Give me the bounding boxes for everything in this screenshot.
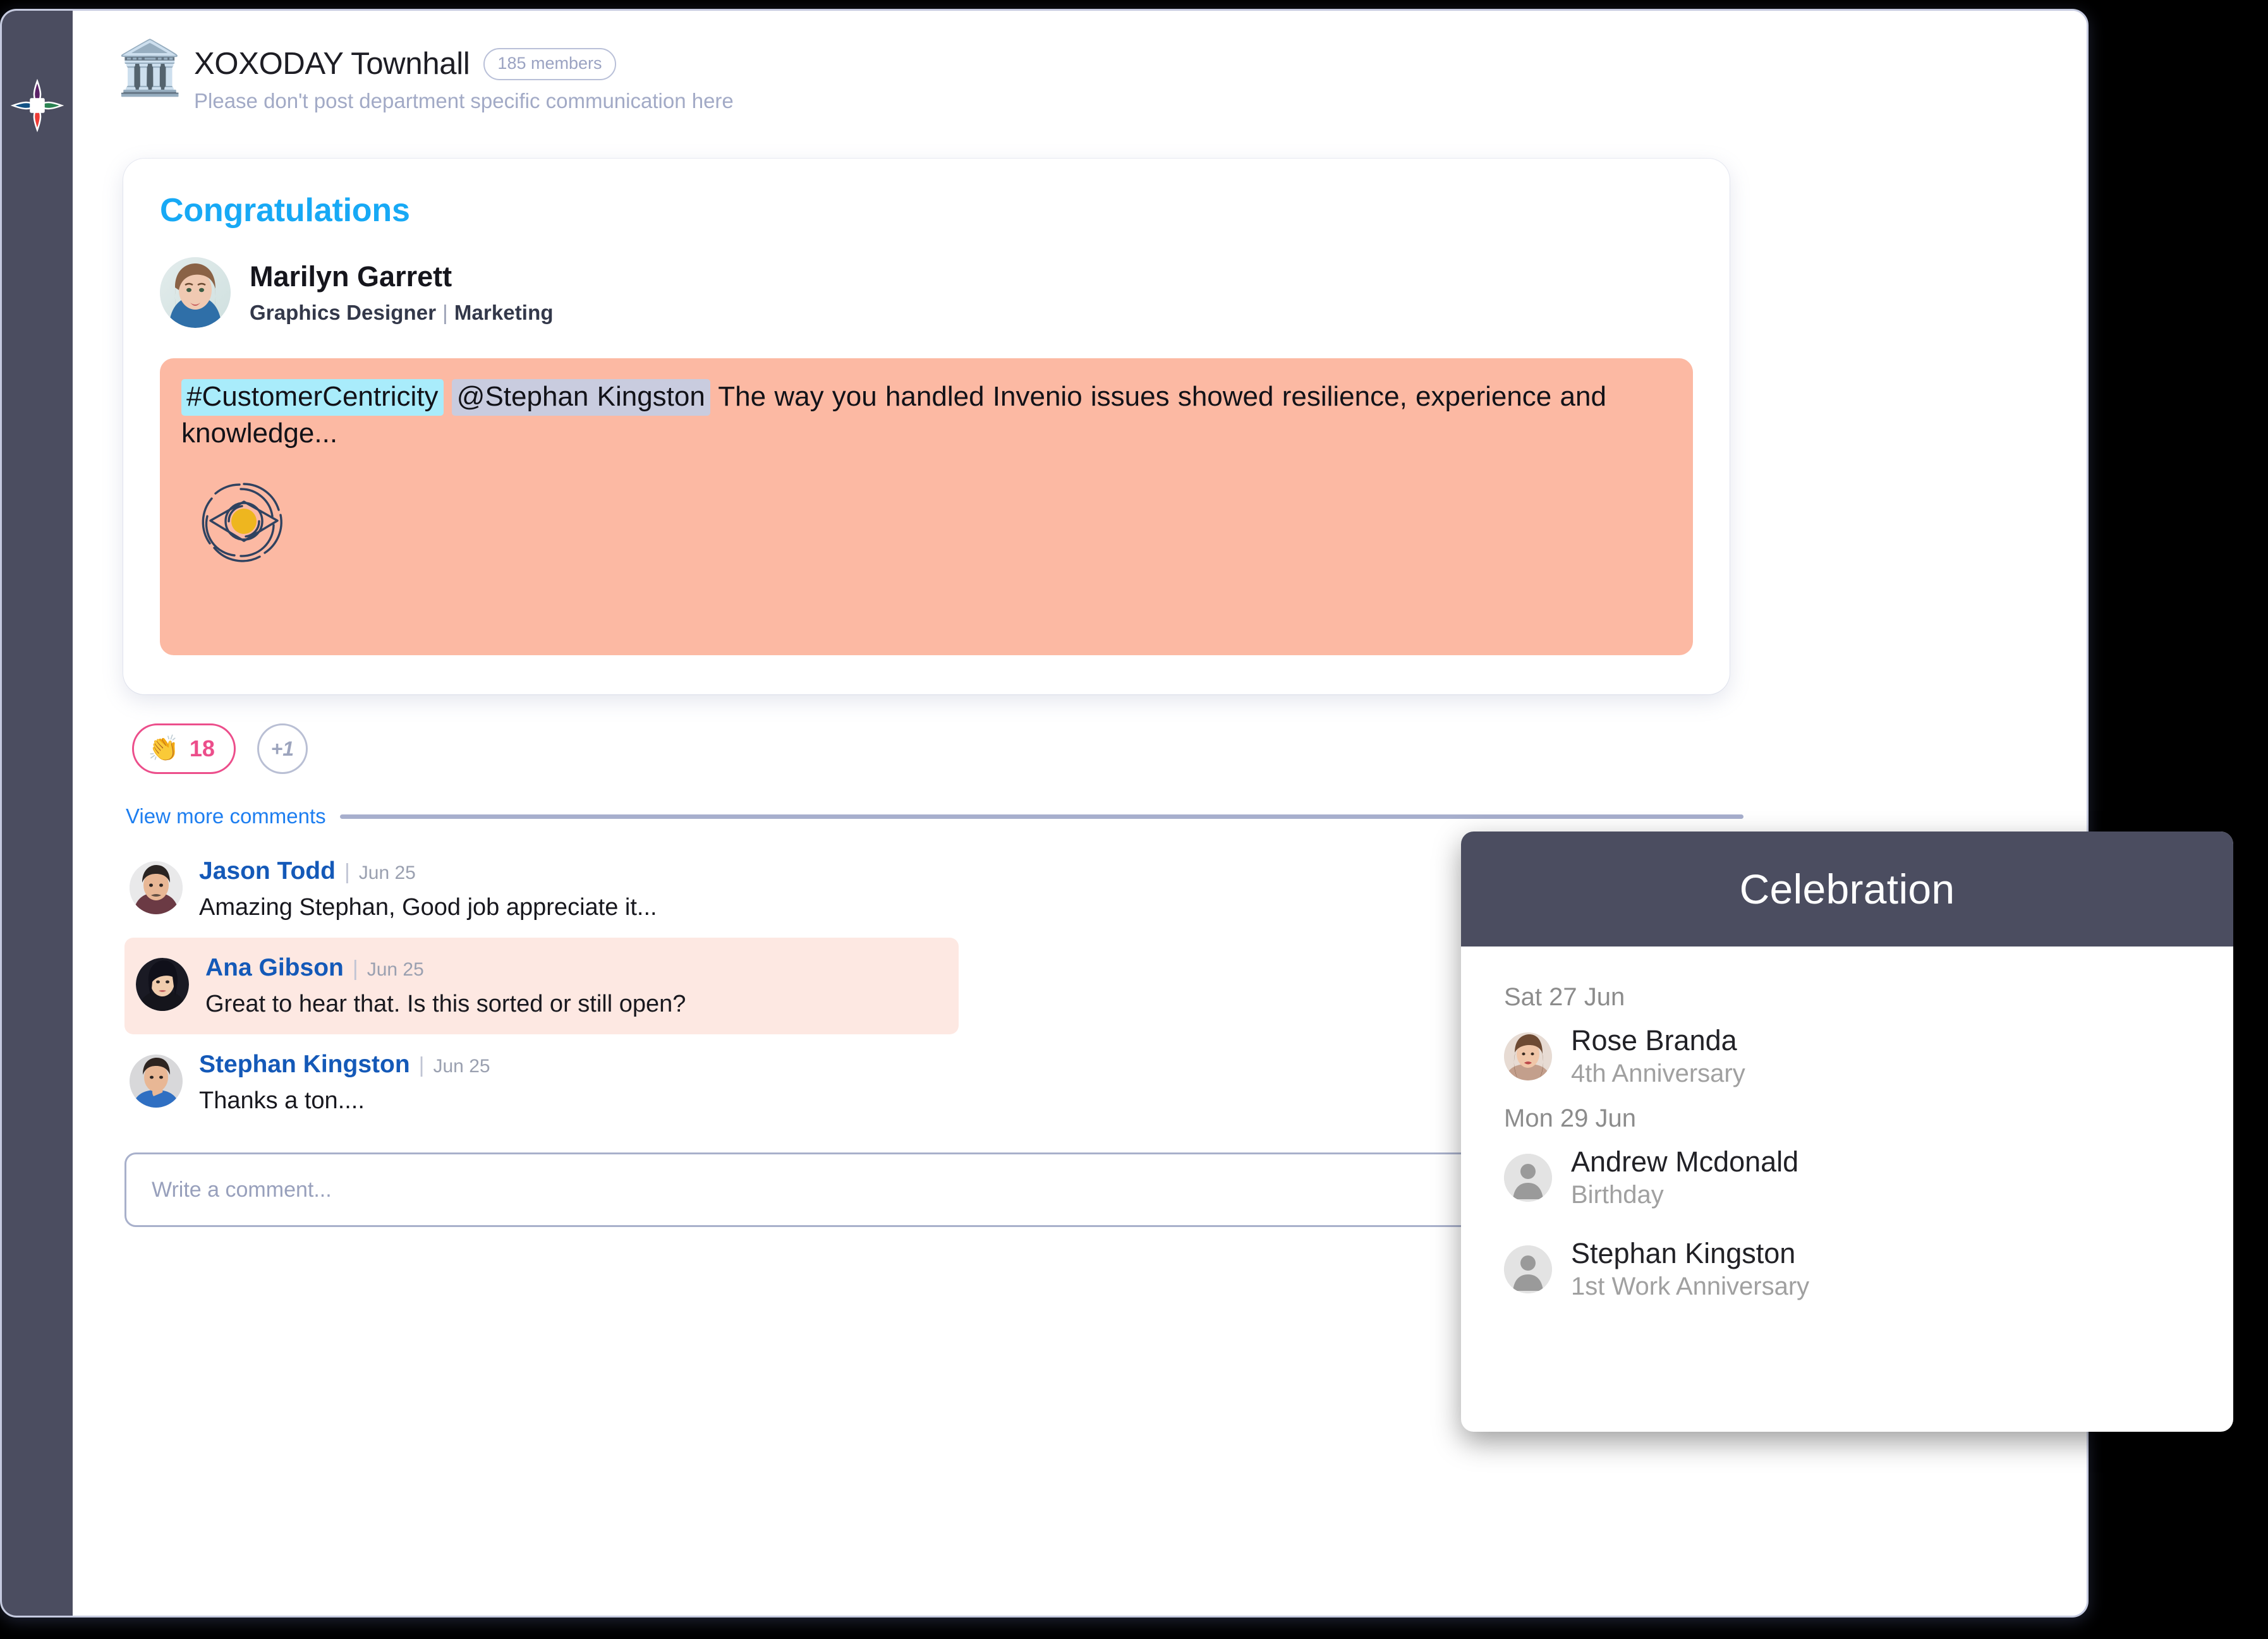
write-comment-placeholder: Write a comment... [152, 1177, 332, 1202]
view-more-comments-link[interactable]: View more comments [126, 804, 326, 828]
comment-header: Jason Todd | Jun 25 [199, 857, 657, 885]
comment-content: Jason Todd | Jun 25 Amazing Stephan, Goo… [199, 857, 657, 921]
comment-author[interactable]: Ana Gibson [205, 954, 344, 982]
comment-header: Stephan Kingston | Jun 25 [199, 1051, 490, 1079]
celebration-header: Celebration [1461, 832, 2233, 947]
celebration-person-text: Rose Branda 4th Anniversary [1571, 1024, 1745, 1088]
comment-content: Ana Gibson | Jun 25 Great to hear that. … [205, 954, 686, 1018]
default-user-icon [1504, 1245, 1552, 1293]
celebration-list-item[interactable]: Andrew Mcdonald Birthday [1504, 1146, 2190, 1209]
celebration-group-date: Sat 27 Jun [1504, 983, 1625, 1011]
comment-author[interactable]: Jason Todd [199, 857, 336, 885]
comment-date: Jun 25 [358, 862, 416, 883]
channel-subtitle: Please don't post department specific co… [194, 89, 734, 112]
comment-author[interactable]: Stephan Kingston [199, 1051, 410, 1079]
add-reaction-label: +1 [270, 737, 294, 760]
celebration-body: Sat 27 Jun Rose Branda 4th Anniversary M… [1461, 947, 2233, 1301]
channel-meta: XOXODAY Townhall 185 members Please don'… [194, 41, 734, 113]
clap-reaction-button[interactable]: 👏 18 [132, 723, 236, 774]
avatar[interactable] [160, 257, 231, 328]
comment-separator: | [344, 860, 350, 884]
author-name: Marilyn Garrett [250, 260, 452, 293]
comment-text: Thanks a ton.... [199, 1087, 365, 1114]
avatar[interactable] [130, 861, 183, 914]
post-message-text: #CustomerCentricity @Stephan Kingston Th… [181, 378, 1671, 452]
default-user-icon [1504, 1153, 1552, 1202]
celebration-person-text: Stephan Kingston 1st Work Anniversary [1571, 1237, 1809, 1301]
author-text: Marilyn Garrett Graphics Designer | Market… [250, 260, 554, 325]
comment-item: Ana Gibson | Jun 25 Great to hear that. … [124, 938, 959, 1034]
author-department: Marketing [454, 301, 554, 324]
comment-text: Amazing Stephan, Good job appreciate it.… [199, 894, 657, 921]
avatar [1504, 1032, 1552, 1080]
post-card: Congratulations Marilyn Garrett Graphics… [123, 159, 1730, 694]
celebration-person-text: Andrew Mcdonald Birthday [1571, 1146, 1798, 1209]
celebration-title: Celebration [1739, 866, 1955, 912]
celebration-occasion: 1st Work Anniversary [1571, 1273, 1810, 1300]
classical-building-icon: 🏛️ [117, 38, 183, 97]
comment-text: Great to hear that. Is this sorted or st… [205, 991, 686, 1017]
four-point-star-logo-icon[interactable] [11, 79, 64, 132]
reaction-bar: 👏 18 +1 [132, 723, 2049, 774]
celebration-occasion: Birthday [1571, 1181, 1664, 1209]
celebration-person-name: Stephan Kingston [1571, 1237, 1796, 1269]
comment-separator: | [418, 1053, 425, 1077]
celebration-person-name: Rose Branda [1571, 1024, 1737, 1056]
divider [339, 814, 1743, 819]
author-role: Graphics Designer | Marketing [250, 301, 554, 325]
add-reaction-button[interactable]: +1 [257, 723, 308, 774]
post-message-box: #CustomerCentricity @Stephan Kingston Th… [160, 358, 1693, 655]
author-job-title: Graphics Designer [250, 301, 437, 324]
celebration-person-name: Andrew Mcdonald [1571, 1146, 1799, 1178]
avatar[interactable] [130, 1055, 183, 1108]
author-sep: | [442, 301, 448, 324]
celebration-panel: Celebration Sat 27 Jun Rose Branda 4th A… [1461, 832, 2233, 1432]
comment-separator: | [352, 957, 358, 981]
eye-award-icon [197, 480, 1671, 563]
celebration-list-item[interactable]: Rose Branda 4th Anniversary [1504, 1024, 2190, 1088]
celebration-occasion: 4th Anniversary [1571, 1060, 1745, 1087]
channel-title-row: XOXODAY Townhall 185 members [194, 46, 734, 82]
comment-content: Stephan Kingston | Jun 25 Thanks a ton..… [199, 1051, 490, 1115]
left-sidebar-rail [2, 11, 73, 1616]
avatar[interactable] [136, 958, 189, 1011]
clap-count: 18 [189, 735, 215, 761]
channel-header: 🏛️ XOXODAY Townhall 185 members Please d… [112, 41, 2049, 113]
comment-date: Jun 25 [367, 959, 424, 980]
clapping-hands-icon: 👏 [148, 735, 179, 763]
member-count-badge[interactable]: 185 members [483, 47, 616, 80]
celebration-list-item[interactable]: Stephan Kingston 1st Work Anniversary [1504, 1237, 2190, 1301]
post-author: Marilyn Garrett Graphics Designer | Market… [160, 257, 1693, 328]
comment-header: Ana Gibson | Jun 25 [205, 954, 686, 982]
view-more-comments-row: View more comments [126, 804, 1743, 828]
mention-chip[interactable]: @Stephan Kingston [451, 379, 710, 416]
post-heading: Congratulations [160, 192, 410, 229]
celebration-group-date: Mon 29 Jun [1504, 1104, 1637, 1132]
channel-title: XOXODAY Townhall [194, 47, 470, 81]
screen: 🏛️ XOXODAY Townhall 185 members Please d… [0, 0, 2268, 1639]
hashtag-chip[interactable]: #CustomerCentricity [181, 379, 444, 416]
comment-date: Jun 25 [433, 1056, 490, 1077]
